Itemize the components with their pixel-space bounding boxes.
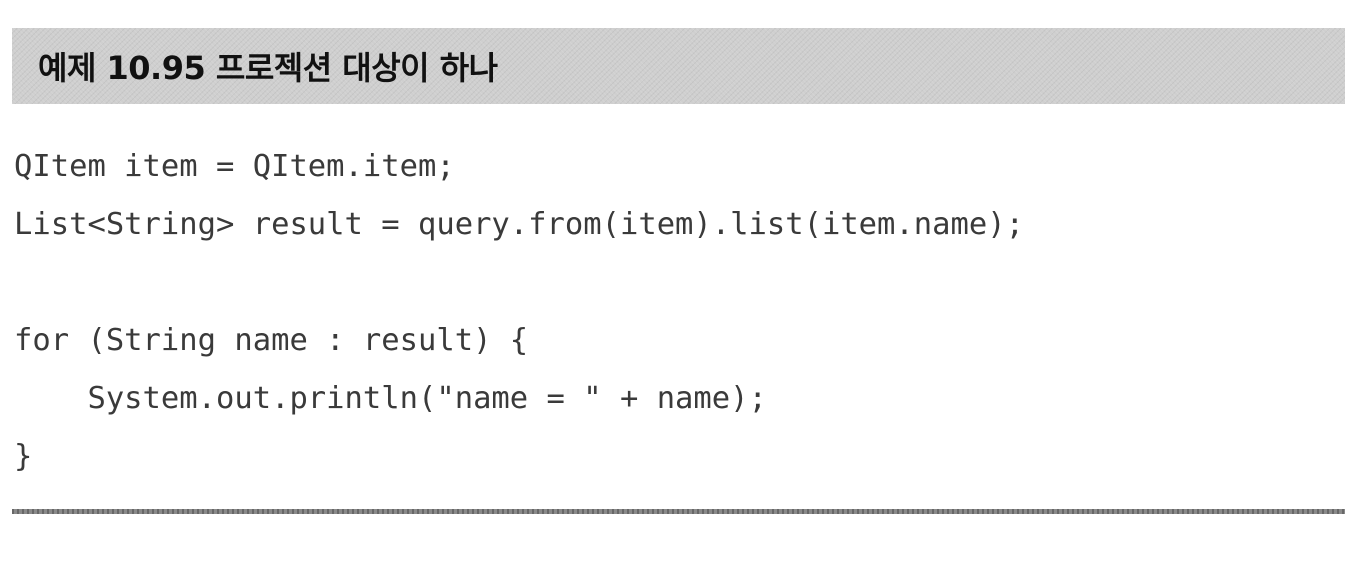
code-block: QItem item = QItem.item; List<String> res… [14,138,1024,486]
code-line: QItem item = QItem.item; [14,149,455,184]
example-title: 예제 10.95 프로젝션 대상이 하나 [38,49,498,87]
example-header: 예제 10.95 프로젝션 대상이 하나 [12,28,1345,104]
code-line: for (String name : result) { [14,323,529,358]
code-line: } [14,439,33,474]
code-line: System.out.println("name = " + name); [14,381,767,416]
code-line: List<String> result = query.from(item).l… [14,207,1024,242]
bottom-divider [12,509,1345,514]
